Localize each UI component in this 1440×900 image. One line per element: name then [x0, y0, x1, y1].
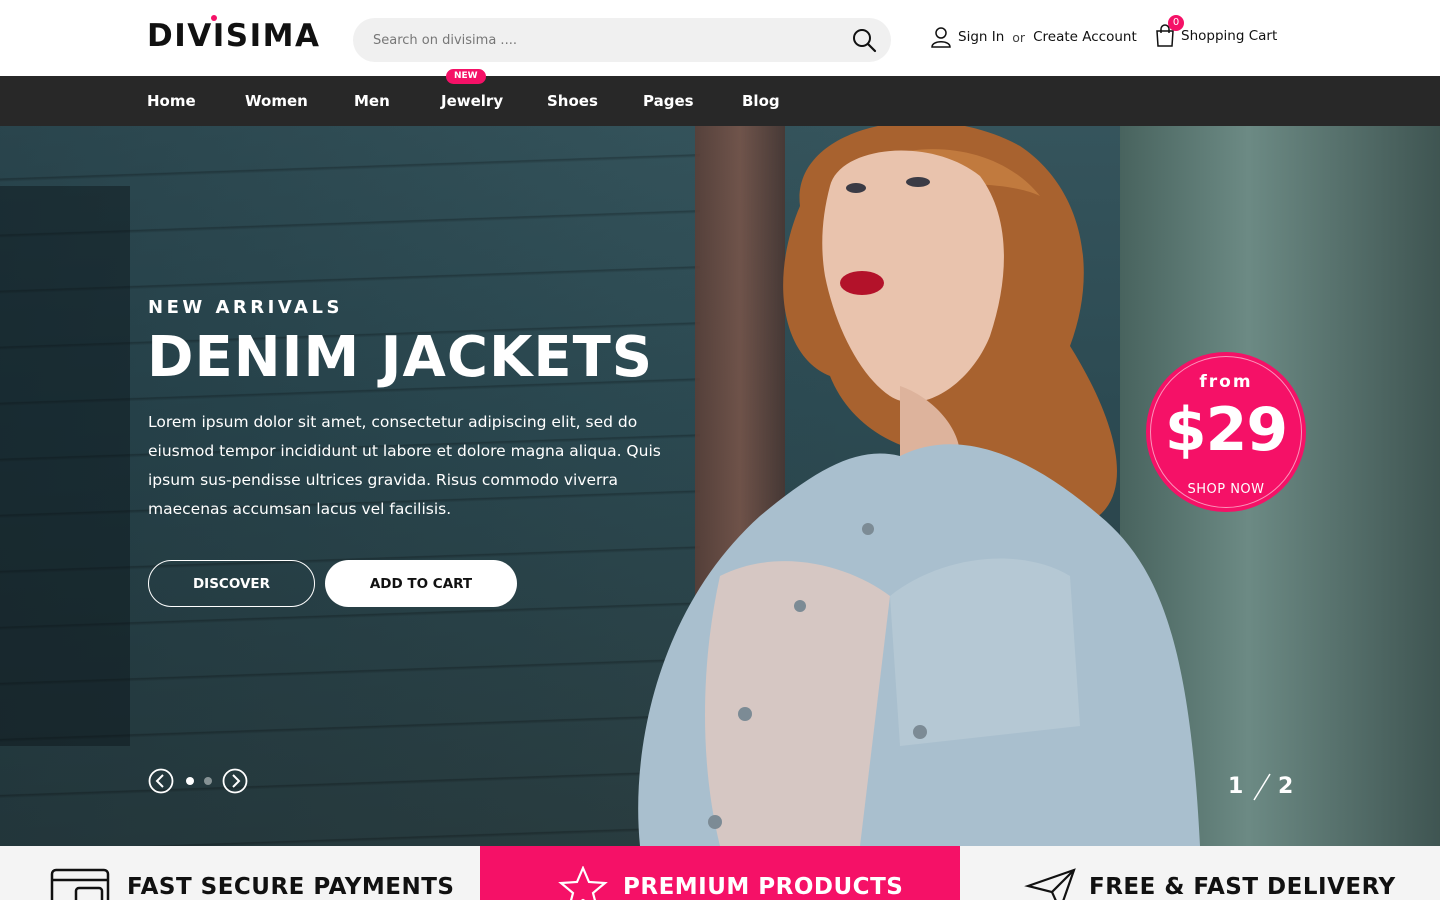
nav-item-pages[interactable]: Pages — [643, 76, 694, 126]
nav-item-women[interactable]: Women — [245, 76, 308, 126]
add-to-cart-button[interactable]: ADD TO CART — [325, 560, 517, 607]
site-header: DIVISIMA Sign In or Create Account 0 Sho… — [0, 0, 1440, 76]
price-offer-badge[interactable]: from $29 SHOP NOW — [1146, 352, 1306, 512]
star-icon — [558, 866, 608, 900]
search-bar — [353, 18, 891, 62]
slide-total: 2 — [1278, 774, 1294, 799]
hero-description: Lorem ipsum dolor sit amet, consectetur … — [148, 413, 661, 518]
site-logo[interactable]: DIVISIMA — [147, 18, 321, 54]
slide-separator — [1253, 773, 1271, 801]
hero-subtitle: NEW ARRIVALS — [148, 297, 343, 318]
slider-prev-arrow-icon[interactable] — [148, 768, 174, 794]
slide-current: 1 — [1228, 774, 1244, 799]
slider-next-arrow-icon[interactable] — [222, 768, 248, 794]
feature-label: FREE & FAST DELIVERY — [1089, 874, 1396, 900]
offer-from-label: from — [1199, 372, 1253, 392]
nav-item-home[interactable]: Home — [147, 76, 196, 126]
slider-dot-2[interactable] — [204, 777, 212, 785]
search-input[interactable] — [353, 18, 833, 62]
hero-slider: NEW ARRIVALS DENIM JACKETS Lorem ipsum d… — [0, 126, 1440, 846]
paper-plane-icon — [1024, 868, 1076, 900]
account-links: Sign In or Create Account — [930, 24, 1137, 50]
sign-in-link[interactable]: Sign In — [958, 29, 1004, 45]
nav-item-men[interactable]: Men — [354, 76, 390, 126]
create-account-link[interactable]: Create Account — [1033, 29, 1137, 45]
nav-item-blog[interactable]: Blog — [742, 76, 780, 126]
main-nav: Home Women Men Jewelry Shoes Pages Blog — [0, 76, 1440, 126]
or-separator: or — [1012, 29, 1026, 45]
new-badge: NEW — [446, 69, 486, 84]
cart-label: Shopping Cart — [1181, 28, 1278, 44]
feature-secure-payments: FAST SECURE PAYMENTS — [0, 846, 480, 900]
feature-label: FAST SECURE PAYMENTS — [127, 874, 455, 900]
slider-dot-1[interactable] — [186, 777, 194, 785]
discover-button[interactable]: DISCOVER — [148, 560, 315, 607]
offer-price: $29 — [1164, 395, 1288, 465]
logo-accent-dot — [211, 15, 217, 21]
features-bar: FAST SECURE PAYMENTS PREMIUM PRODUCTS FR… — [0, 846, 1440, 900]
user-icon — [931, 27, 951, 48]
shop-now-link[interactable]: SHOP NOW — [1146, 482, 1306, 497]
cart-count-badge: 0 — [1168, 15, 1184, 31]
hero-window-shadow — [0, 186, 130, 746]
nav-item-shoes[interactable]: Shoes — [547, 76, 598, 126]
feature-free-delivery: FREE & FAST DELIVERY — [960, 846, 1440, 900]
feature-premium-products: PREMIUM PRODUCTS — [480, 846, 960, 900]
shopping-cart-link[interactable]: 0 Shopping Cart — [1154, 15, 1278, 50]
credit-card-icon — [50, 868, 110, 900]
slide-counter: 1 2 — [1228, 770, 1298, 804]
search-icon[interactable] — [851, 27, 877, 53]
feature-label: PREMIUM PRODUCTS — [623, 874, 904, 900]
cart-icon-wrap: 0 — [1154, 15, 1184, 48]
hero-title: DENIM JACKETS — [147, 325, 654, 390]
